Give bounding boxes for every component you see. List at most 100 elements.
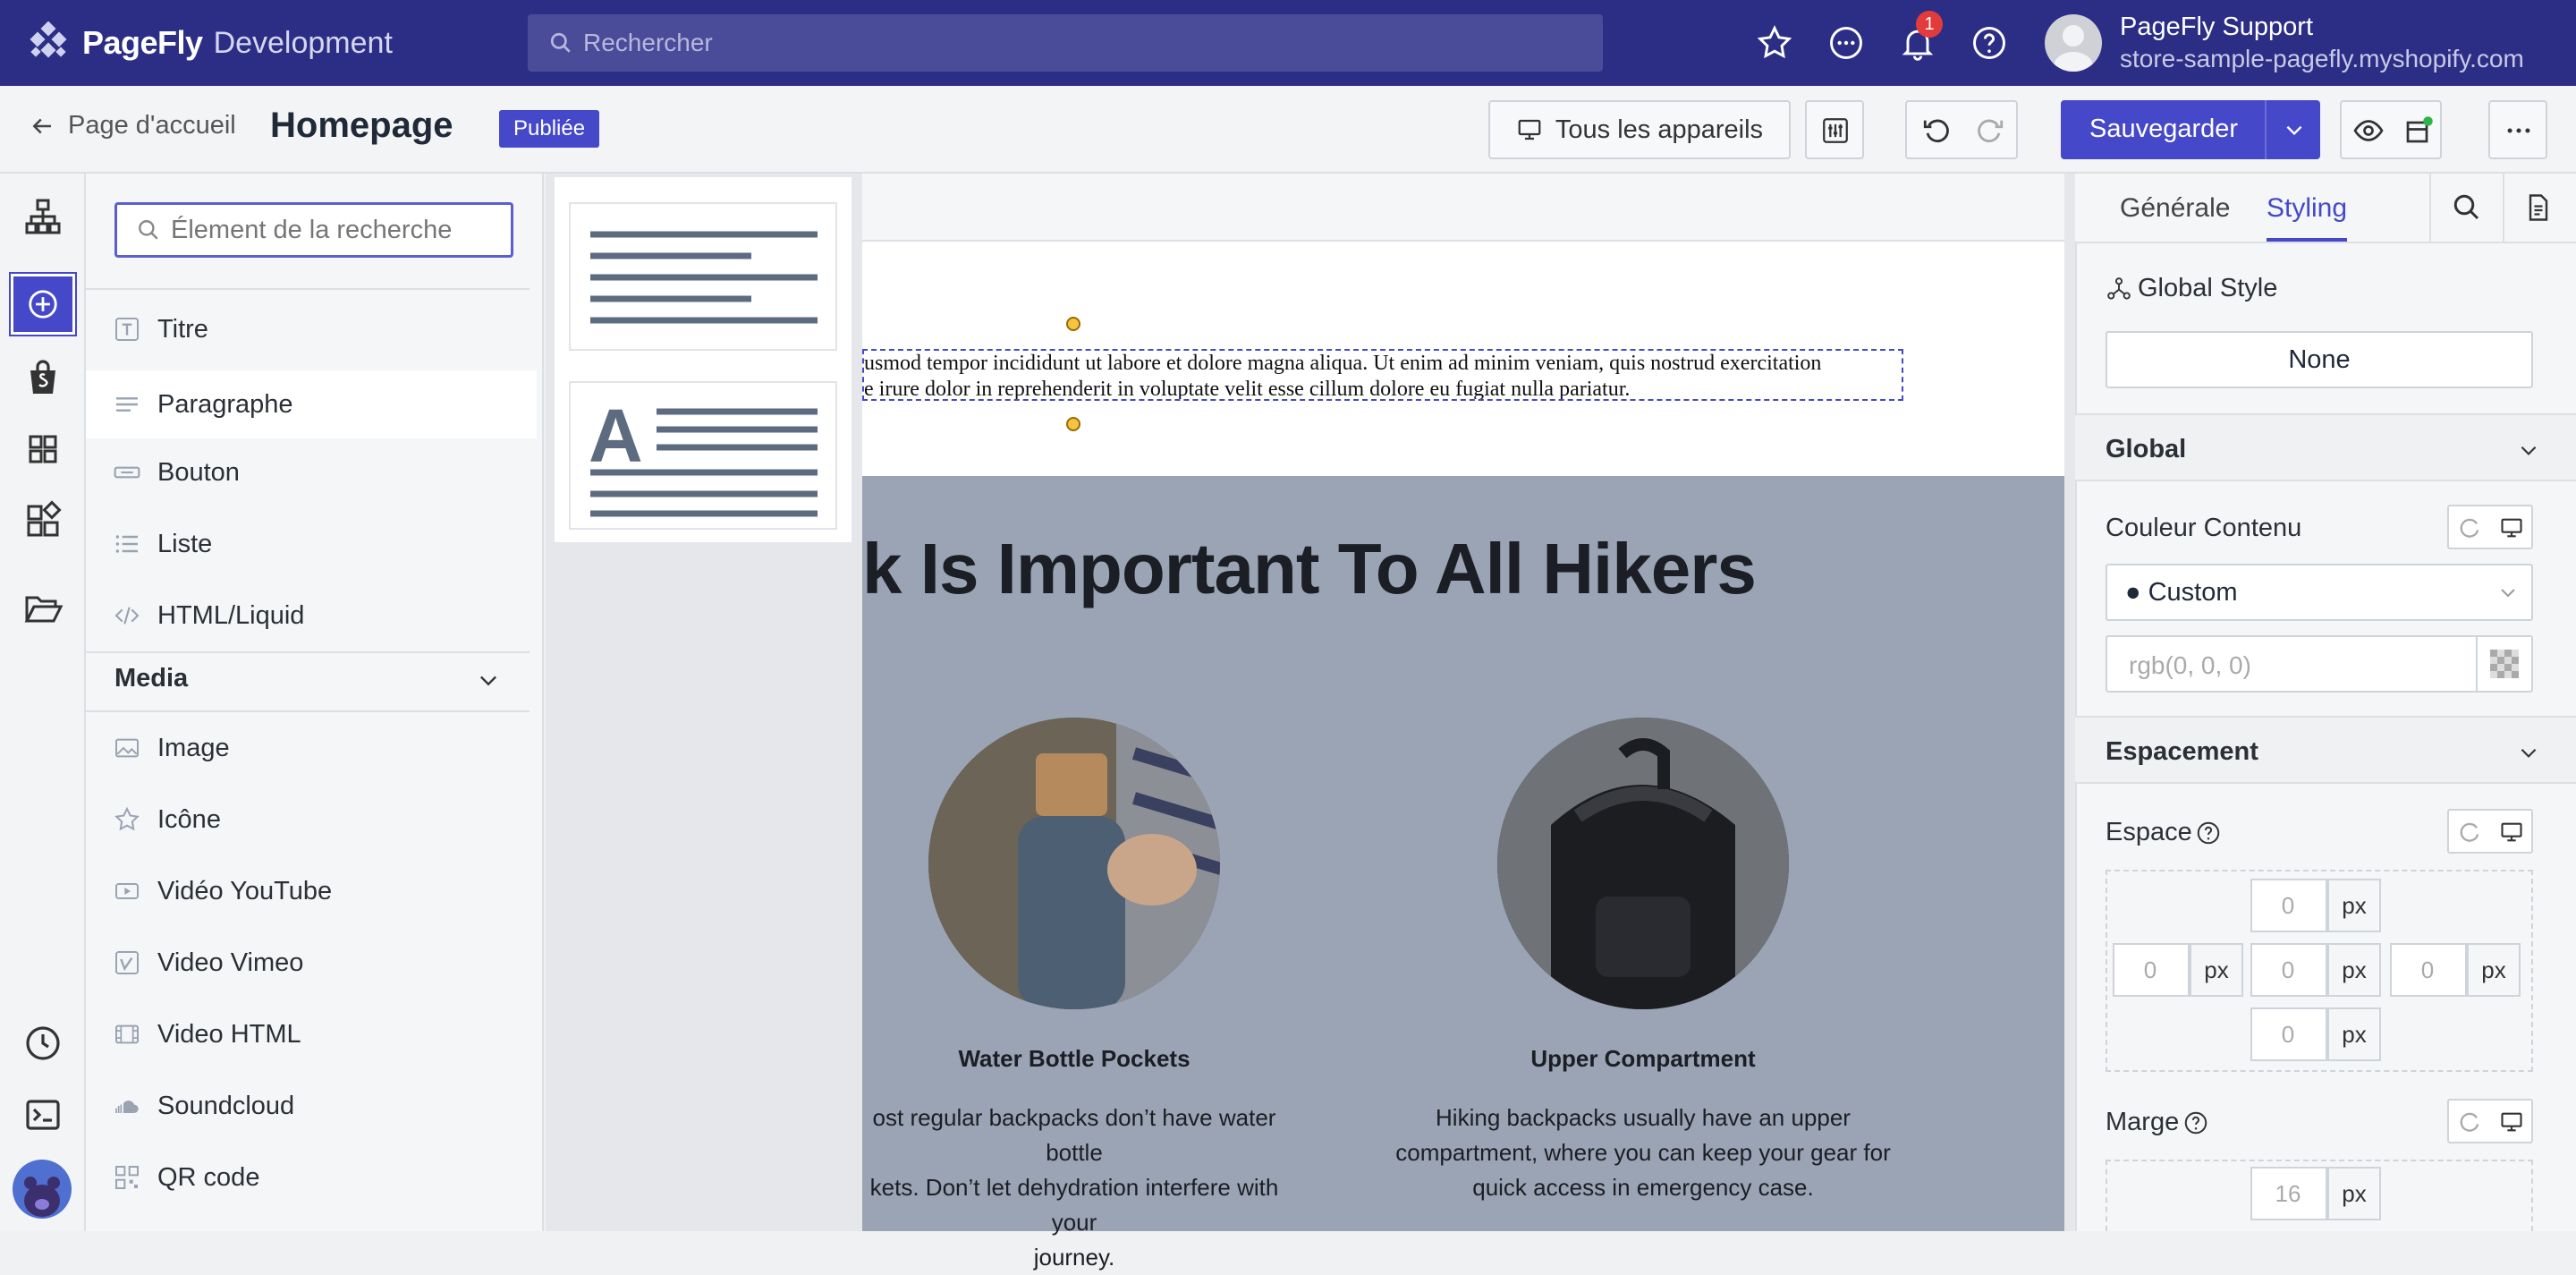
- media-section-header[interactable]: Media: [114, 664, 188, 693]
- color-mode-select[interactable]: ● Custom: [2106, 564, 2533, 621]
- title-icon: [115, 318, 139, 341]
- active-tab-indicator: [2267, 238, 2347, 242]
- element-search-field[interactable]: [114, 202, 513, 258]
- reset-icon[interactable]: [2458, 820, 2483, 845]
- search-icon[interactable]: [2451, 191, 2483, 224]
- monitor-icon[interactable]: [2499, 1109, 2524, 1135]
- sitemap-icon[interactable]: [21, 195, 64, 238]
- sections-grid-icon[interactable]: [21, 428, 64, 471]
- element-item-image[interactable]: Image: [86, 714, 537, 782]
- selected-paragraph[interactable]: usmod tempor incididunt ut labore et dol…: [862, 349, 1903, 401]
- margin-top-input[interactable]: 16 px: [2250, 1167, 2381, 1220]
- user-avatar[interactable]: [2045, 14, 2102, 72]
- unit-label: px: [2190, 943, 2243, 997]
- water-bottle-image[interactable]: [928, 718, 1220, 1009]
- settings-sliders-button[interactable]: [1805, 100, 1864, 159]
- element-item-paragraphe[interactable]: Paragraphe: [86, 370, 537, 438]
- element-item-liste[interactable]: Liste: [86, 510, 537, 578]
- redo-icon[interactable]: [1975, 115, 2005, 146]
- save-button[interactable]: Sauvegarder: [2061, 100, 2320, 159]
- resize-handle-bottom[interactable]: [1066, 417, 1080, 431]
- apps-icon[interactable]: [21, 499, 64, 542]
- reset-icon[interactable]: [2458, 515, 2483, 540]
- element-item-label: Titre: [157, 314, 208, 344]
- devices-label: Tous les appareils: [1555, 115, 1764, 144]
- padding-left-input[interactable]: 0 px: [2113, 943, 2243, 997]
- global-style-select[interactable]: None: [2106, 331, 2533, 388]
- chevron-down-icon[interactable]: [476, 667, 501, 693]
- padding-bottom-input[interactable]: 0 px: [2250, 1007, 2381, 1061]
- undo-icon[interactable]: [1921, 115, 1952, 146]
- help-icon[interactable]: [1970, 23, 2009, 63]
- element-item-bouton[interactable]: Bouton: [86, 438, 537, 506]
- folder-open-icon[interactable]: [21, 587, 64, 630]
- search-icon: [550, 32, 571, 53]
- element-item-video-html[interactable]: Video HTML: [86, 1000, 537, 1068]
- global-style-icon: [2107, 277, 2131, 300]
- pagefly-logo[interactable]: PageFly Development: [27, 20, 393, 66]
- element-item-video-youtube[interactable]: Vidéo YouTube: [86, 857, 537, 925]
- pagefly-logo-icon: [30, 21, 67, 58]
- image-icon: [115, 738, 139, 758]
- panel-divider: [86, 710, 530, 712]
- padding-top-input[interactable]: 0 px: [2250, 879, 2381, 932]
- shopify-bag-icon[interactable]: [21, 356, 64, 399]
- element-item-soundcloud[interactable]: Soundcloud: [86, 1072, 537, 1140]
- document-icon[interactable]: [2522, 191, 2555, 224]
- terminal-icon[interactable]: [21, 1093, 64, 1136]
- hero-heading[interactable]: k Is Important To All Hikers: [862, 528, 1757, 610]
- help-icon[interactable]: [2182, 1109, 2209, 1136]
- element-item-titre[interactable]: Titre: [86, 295, 537, 363]
- spacing-label: Espace: [2106, 818, 2192, 846]
- description-line: quick access in emergency case.: [1472, 1174, 1814, 1201]
- feature-description: ost regular backpacks don’t have water b…: [862, 1101, 1286, 1275]
- paragraph-variant-dropcap[interactable]: A: [569, 381, 837, 530]
- padding-center-input[interactable]: 0 px: [2250, 943, 2381, 997]
- section-spacing-label: Espacement: [2106, 737, 2258, 766]
- favorite-star-icon[interactable]: [1755, 23, 1794, 63]
- chat-icon[interactable]: [1826, 23, 1866, 63]
- bear-avatar[interactable]: [13, 1160, 72, 1219]
- padding-right-input[interactable]: 0 px: [2390, 943, 2521, 997]
- monitor-icon[interactable]: [2499, 820, 2524, 845]
- color-value-field[interactable]: rgb(0, 0, 0): [2106, 635, 2533, 693]
- help-icon[interactable]: [2195, 820, 2222, 846]
- margin-label: Marge: [2106, 1108, 2180, 1136]
- section-spacing[interactable]: Espacement: [2075, 716, 2576, 784]
- eye-icon[interactable]: [2352, 115, 2385, 147]
- history-clock-icon[interactable]: [21, 1022, 64, 1065]
- publish-status-icon[interactable]: [2402, 115, 2435, 147]
- element-search-input[interactable]: [171, 215, 493, 245]
- vimeo-icon: [115, 951, 139, 974]
- global-search[interactable]: Rechercher: [528, 14, 1603, 72]
- description-line: ost regular backpacks don’t have water b…: [872, 1104, 1276, 1166]
- devices-select-button[interactable]: Tous les appareils: [1488, 100, 1791, 159]
- content-color-label: Couleur Contenu: [2106, 514, 2302, 542]
- unit-label: px: [2327, 943, 2381, 997]
- element-item-label: Vidéo YouTube: [157, 876, 333, 905]
- element-item-label: Bouton: [157, 457, 240, 487]
- environment-name: Development: [213, 25, 393, 60]
- color-mode-value: ● Custom: [2125, 578, 2238, 607]
- element-item-html-liquid[interactable]: HTML/Liquid: [86, 582, 537, 650]
- element-item-qr-code[interactable]: QR code: [86, 1143, 537, 1211]
- list-icon: [115, 535, 138, 553]
- tab-general[interactable]: Générale: [2120, 193, 2230, 224]
- monitor-icon[interactable]: [2499, 515, 2524, 540]
- user-info[interactable]: PageFly Support store-sample-pagefly.mys…: [2120, 11, 2524, 75]
- resize-handle-top[interactable]: [1066, 317, 1080, 331]
- chevron-down-icon[interactable]: [2283, 118, 2306, 141]
- tab-styling[interactable]: Styling: [2267, 193, 2347, 224]
- element-item-label: Image: [157, 733, 230, 762]
- back-link[interactable]: Page d'accueil: [29, 111, 236, 140]
- unit-label: px: [2467, 943, 2521, 997]
- add-element-button[interactable]: [9, 272, 77, 336]
- paragraph-variant-plain[interactable]: [569, 202, 837, 351]
- more-options-button[interactable]: [2488, 100, 2547, 159]
- transparency-checker-icon[interactable]: [2490, 650, 2519, 678]
- element-item-icone[interactable]: Icône: [86, 786, 537, 854]
- backpack-image[interactable]: [1497, 718, 1789, 1009]
- reset-icon[interactable]: [2458, 1109, 2483, 1135]
- element-item-video-vimeo[interactable]: Video Vimeo: [86, 929, 537, 997]
- section-global[interactable]: Global: [2075, 413, 2576, 481]
